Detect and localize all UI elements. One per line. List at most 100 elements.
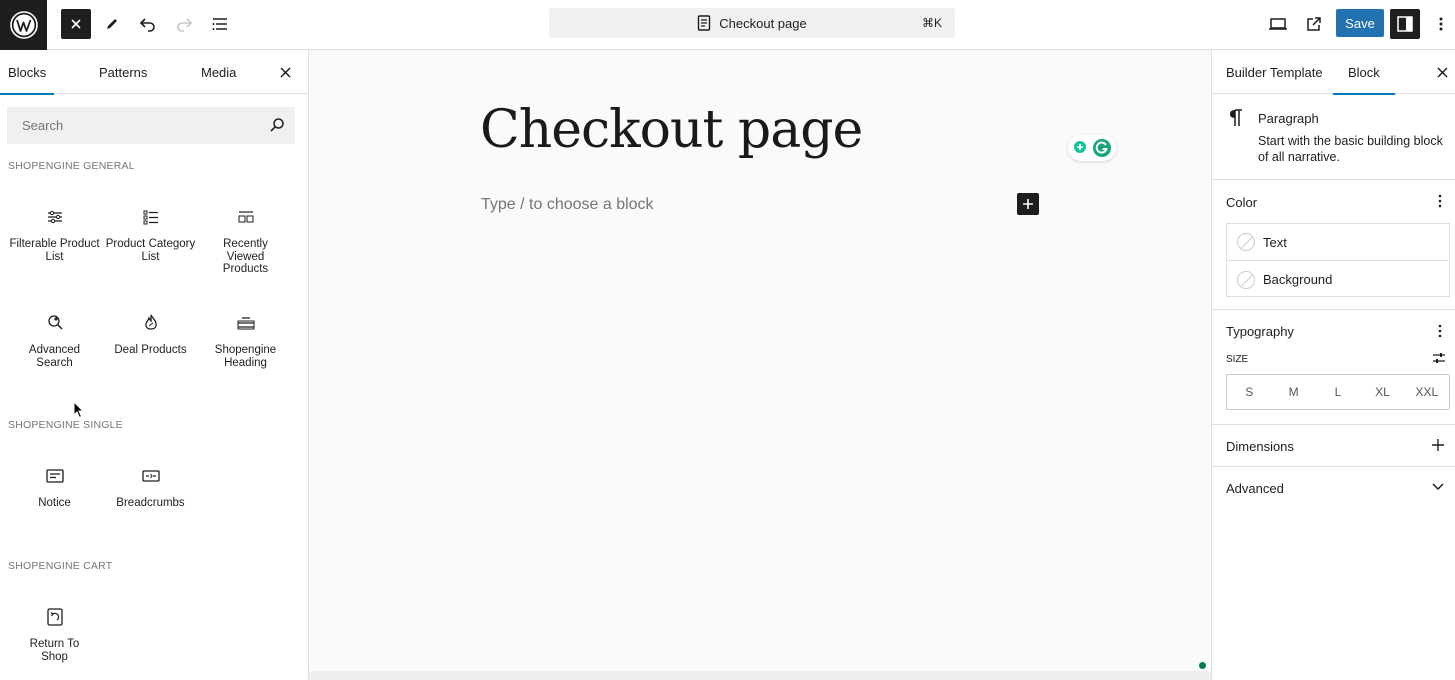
deal-fire-icon [144, 314, 157, 330]
sidebar-tabs: Builder Template Block [1212, 50, 1455, 95]
block-inserter-panel: Blocks Patterns Media SHOPENGINE GENERAL… [0, 50, 309, 680]
block-name: Paragraph [1258, 111, 1319, 126]
block-product-category-list[interactable]: Product Category List [103, 205, 198, 263]
search-input[interactable] [7, 107, 257, 144]
font-size-picker: S M L XL XXL [1226, 374, 1450, 410]
redo-button[interactable] [169, 9, 199, 39]
save-button[interactable]: Save [1336, 9, 1384, 37]
document-overview-button[interactable] [205, 9, 235, 39]
block-label: Notice [38, 497, 71, 509]
options-menu-button[interactable] [1426, 9, 1455, 39]
more-vertical-icon[interactable] [1438, 324, 1442, 338]
pencil-icon [107, 19, 117, 29]
document-title: Checkout page [719, 15, 807, 31]
preview-button[interactable] [1263, 9, 1293, 39]
filter-list-icon [47, 210, 62, 224]
text-color-option[interactable]: Text [1227, 224, 1449, 261]
wordpress-icon [9, 11, 38, 39]
lightbulb-icon [1074, 141, 1086, 153]
close-icon [280, 66, 291, 78]
block-shopengine-heading[interactable]: Shopengine Heading [198, 311, 293, 369]
tools-button[interactable] [97, 9, 127, 39]
size-option-xxl[interactable]: XXL [1405, 375, 1449, 409]
category-title: SHOPENGINE CART [8, 560, 113, 572]
settings-sidebar: Builder Template Block Paragraph Start w… [1211, 50, 1455, 680]
category-title: SHOPENGINE GENERAL [8, 160, 135, 172]
settings-toggle-button[interactable] [1390, 9, 1420, 39]
size-option-m[interactable]: M [1271, 375, 1315, 409]
size-label: SIZE [1226, 354, 1249, 365]
block-label: Product Category List [105, 238, 196, 263]
block-placeholder[interactable]: Type / to choose a block [481, 196, 654, 214]
dimensions-title: Dimensions [1226, 439, 1294, 454]
more-vertical-icon [1439, 17, 1443, 31]
block-description: Start with the basic building block of a… [1258, 134, 1443, 164]
close-inserter-button[interactable] [61, 9, 91, 39]
tab-blocks[interactable]: Blocks [0, 50, 55, 95]
chevron-down-icon [1432, 483, 1444, 491]
tab-builder-template[interactable]: Builder Template [1226, 50, 1323, 94]
close-icon [1437, 66, 1448, 78]
block-advanced-search[interactable]: Advanced Search [7, 311, 102, 369]
page-title[interactable]: Checkout page [480, 100, 863, 160]
background-color-label: Background [1263, 272, 1333, 287]
return-to-shop-icon [46, 608, 63, 626]
block-filterable-product-list[interactable]: Filterable Product List [7, 205, 102, 263]
close-inserter-button[interactable] [280, 50, 291, 94]
block-notice[interactable]: Notice [7, 464, 102, 510]
undo-icon [139, 18, 155, 32]
block-label: Recently Viewed Products [222, 238, 269, 275]
block-search [7, 107, 295, 144]
notice-icon [45, 469, 64, 483]
add-block-button[interactable] [1017, 193, 1039, 215]
color-options: Text Background [1226, 223, 1450, 297]
editor-canvas[interactable]: Checkout page Type / to choose a block [309, 50, 1211, 680]
empty-swatch-icon [1237, 270, 1255, 289]
empty-swatch-icon [1237, 233, 1255, 251]
size-option-s[interactable]: S [1227, 375, 1271, 409]
heading-icon [237, 317, 254, 330]
plus-icon [1023, 199, 1033, 209]
block-deal-products[interactable]: Deal Products [103, 311, 198, 357]
block-label: Advanced Search [28, 344, 81, 369]
desktop-preview-icon [1269, 18, 1287, 30]
block-recently-viewed-products[interactable]: Recently Viewed Products [198, 205, 293, 276]
inserter-tabs: Blocks Patterns Media [0, 50, 308, 95]
mouse-cursor-icon [73, 401, 85, 419]
block-label: Deal Products [114, 344, 187, 356]
list-view-icon [212, 18, 227, 30]
block-card: Paragraph Start with the basic building … [1212, 94, 1455, 180]
block-breadcrumbs[interactable]: Breadcrumbs [103, 464, 198, 510]
advanced-search-icon [47, 315, 63, 330]
grammarly-widget[interactable] [1068, 135, 1116, 161]
page-icon [698, 15, 711, 31]
close-sidebar-button[interactable] [1437, 50, 1448, 94]
plus-icon[interactable] [1432, 439, 1444, 451]
advanced-panel[interactable]: Advanced [1212, 467, 1455, 509]
custom-size-settings-icon[interactable] [1432, 351, 1446, 365]
background-color-option[interactable]: Background [1227, 261, 1449, 298]
category-list-icon [143, 210, 158, 225]
tab-media[interactable]: Media [201, 50, 236, 94]
tab-patterns[interactable]: Patterns [99, 50, 147, 94]
more-vertical-icon[interactable] [1438, 194, 1442, 208]
breadcrumbs-icon [141, 470, 160, 482]
sidebar-icon [1397, 16, 1413, 32]
wordpress-logo-button[interactable] [0, 0, 47, 50]
size-option-l[interactable]: L [1316, 375, 1360, 409]
block-label: Shopengine Heading [214, 344, 277, 369]
tab-block[interactable]: Block [1333, 50, 1395, 95]
text-color-label: Text [1263, 234, 1287, 250]
dimensions-panel[interactable]: Dimensions [1212, 425, 1455, 467]
document-bar[interactable]: Checkout page ⌘K [549, 8, 955, 38]
undo-button[interactable] [133, 9, 163, 39]
grammarly-icon [1093, 139, 1111, 157]
paragraph-icon [1230, 109, 1242, 126]
horizontal-scrollbar[interactable] [309, 671, 1211, 680]
redo-icon [177, 18, 193, 32]
view-page-button[interactable] [1299, 9, 1329, 39]
status-indicator [1199, 662, 1206, 669]
typography-title: Typography [1226, 324, 1294, 339]
block-return-to-shop[interactable]: Return To Shop [7, 605, 102, 663]
size-option-xl[interactable]: XL [1360, 375, 1404, 409]
